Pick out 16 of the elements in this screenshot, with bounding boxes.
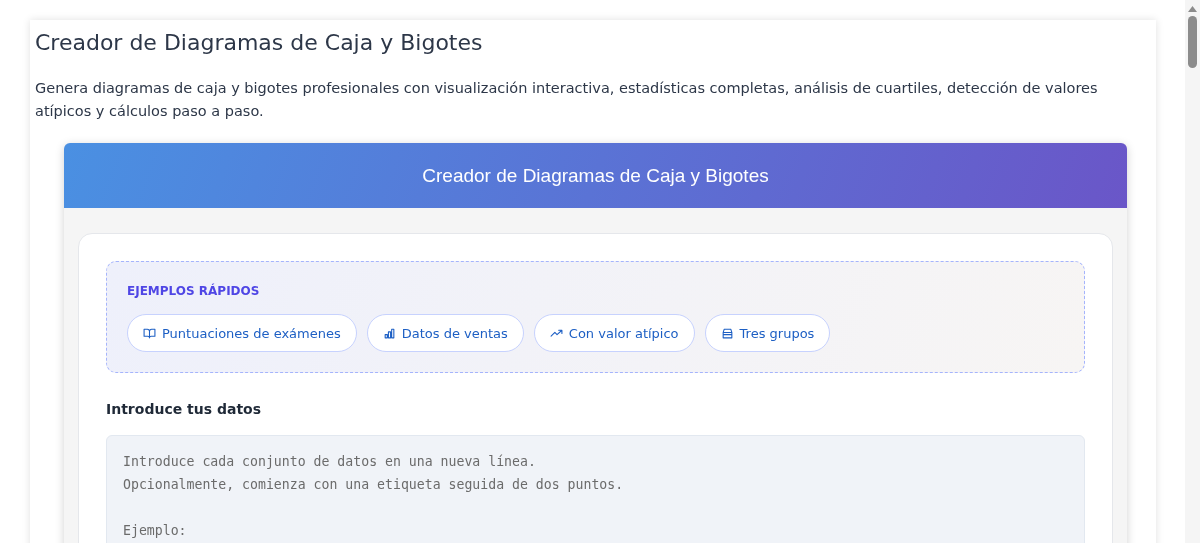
- stack-icon: [720, 326, 734, 340]
- scrollbar[interactable]: [1185, 0, 1200, 543]
- example-button[interactable]: Tres grupos: [704, 314, 831, 352]
- input-label: Introduce tus datos: [106, 401, 263, 417]
- example-button[interactable]: Puntuaciones de exámenes: [127, 314, 357, 352]
- widget-title: Creador de Diagramas de Caja y Bigotes: [422, 164, 769, 187]
- bar-chart-icon: [382, 326, 396, 340]
- book-icon: [143, 326, 156, 340]
- example-button[interactable]: Con valor atípico: [533, 314, 695, 352]
- page-title: Creador de Diagramas de Caja y Bigotes: [35, 30, 484, 55]
- examples-heading: EJEMPLOS RÁPIDOS: [127, 284, 261, 298]
- scrollbar-thumb[interactable]: [1188, 16, 1197, 68]
- scroll-up-icon[interactable]: [1188, 6, 1197, 12]
- example-button[interactable]: Datos de ventas: [366, 314, 524, 352]
- data-input-field[interactable]: Introduce cada conjunto de datos en una nueva línea. Opcionalmente, comienza con una etiqueta seguida de dos puntos. Ejemplo:: [106, 435, 1085, 543]
- page-description: Genera diagramas de caja y bigotes profesionales con visualización interactiva, estadísticas completas, análisis de cuartiles, detección de valores atípicos y cálculos paso a paso.: [35, 79, 1099, 121]
